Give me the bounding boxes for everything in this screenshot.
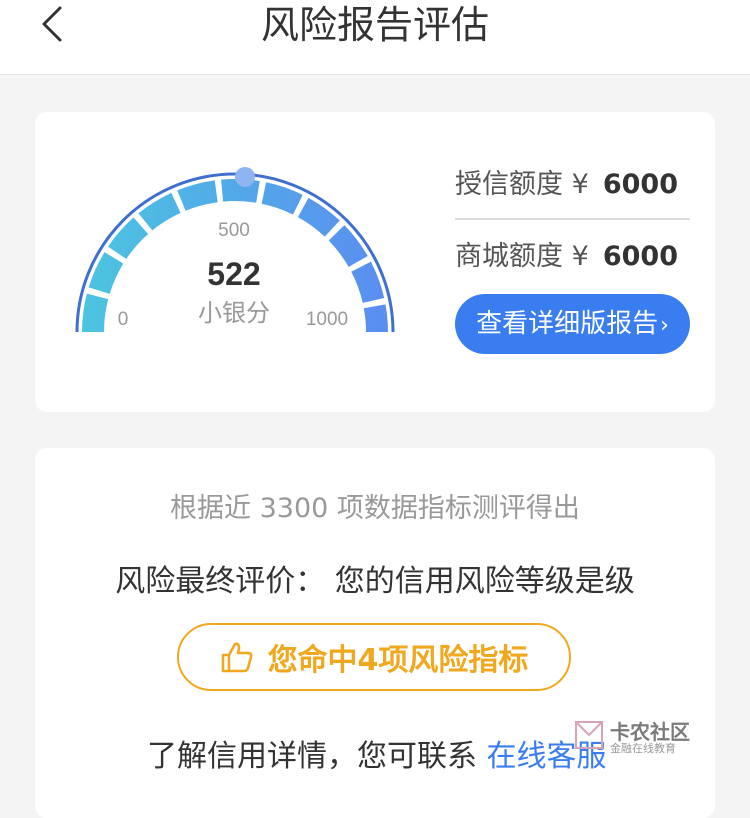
thumbs-up-icon	[221, 642, 253, 673]
score-card: 500 522 小银分 0 1000 授信额度 ¥ 6000 商城额度 ¥ 60…	[35, 112, 715, 412]
gauge-max-label: 1000	[306, 309, 348, 330]
final-evaluation-label: 风险最终评价：	[115, 564, 326, 599]
gauge-min-label: 0	[118, 309, 129, 330]
contact-line: 了解信用详情，您可联系 在线客服	[147, 731, 607, 775]
credit-limit-label: 授信额度 ¥	[455, 169, 589, 200]
mall-limit-value: 6000	[602, 241, 678, 272]
watermark-subtitle: 金融在线教育	[610, 742, 676, 755]
mall-limit-label: 商城额度 ¥	[455, 241, 589, 272]
assessment-card: 根据近 3300 项数据指标测评得出 风险最终评价： 您的信用风险等级是级 您命…	[35, 448, 715, 818]
chevron-right-icon: ›	[660, 313, 669, 338]
credit-limit-value: 6000	[602, 169, 678, 200]
risk-indicators-button[interactable]: 您命中4项风险指标	[177, 623, 571, 691]
assessment-description: 根据近 3300 项数据指标测评得出	[170, 493, 580, 524]
page-title: 风险报告评估	[260, 3, 489, 47]
navigation-bar: 风险报告评估	[0, 0, 750, 75]
detailed-report-button[interactable]: 查看详细版报告›	[455, 294, 690, 354]
risk-indicators-label: 您命中4项风险指标	[267, 643, 529, 678]
detailed-report-button-label: 查看详细版报告	[476, 309, 659, 339]
mall-limit-row: 商城额度 ¥ 6000	[455, 232, 690, 282]
score-gauge: 500 522 小银分 0 1000	[75, 167, 395, 333]
contact-text: 了解信用详情，您可联系	[147, 739, 477, 774]
divider	[455, 218, 690, 220]
score-value: 522	[207, 256, 260, 292]
final-evaluation-value: 您的信用风险等级是级	[334, 564, 635, 599]
credit-limit-row: 授信额度 ¥ 6000	[455, 160, 690, 210]
final-evaluation: 风险最终评价： 您的信用风险等级是级	[35, 556, 715, 600]
gauge-mid-label: 500	[218, 220, 250, 241]
gauge-indicator	[235, 167, 255, 187]
watermark-logo-icon	[575, 721, 603, 749]
score-label: 小银分	[198, 299, 270, 327]
watermark: 卡农社区 金融在线教育	[572, 716, 692, 756]
